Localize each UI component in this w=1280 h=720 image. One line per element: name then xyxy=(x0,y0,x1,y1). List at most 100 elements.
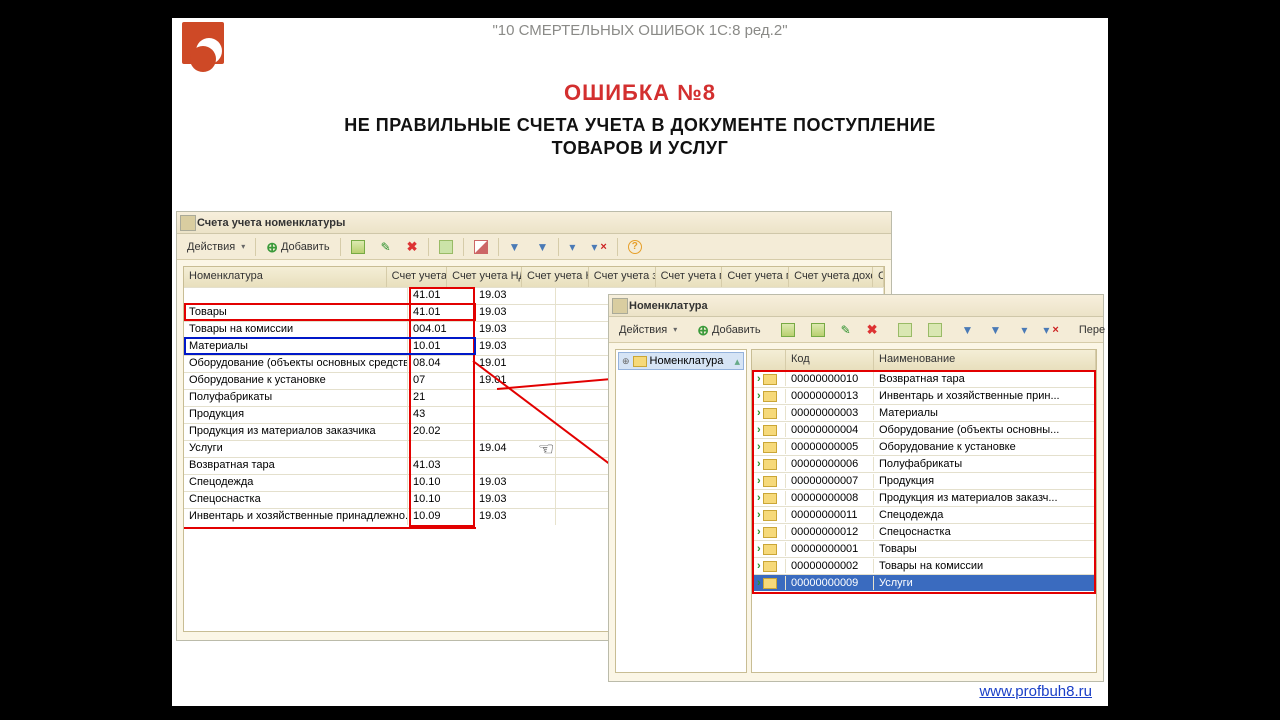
filter-b[interactable]: ▼ xyxy=(983,320,1007,340)
cell-name: Материалы xyxy=(874,406,1096,420)
cell-code: 00000000006 xyxy=(786,457,874,471)
cell-icon xyxy=(752,457,786,471)
filter-c[interactable]: ▾ xyxy=(1015,320,1033,340)
highlight-bottom-line xyxy=(184,527,476,529)
filter-a[interactable]: ▼ xyxy=(956,320,980,340)
list-item[interactable]: 00000000010Возвратная тара xyxy=(752,370,1096,387)
funnel-icon: ▾ xyxy=(1021,323,1027,337)
folder-icon xyxy=(763,442,777,453)
pencil-icon: ✎ xyxy=(381,240,391,254)
cell-name: Спецоснастка xyxy=(874,525,1096,539)
col-vat[interactable]: Счет учета НДС ... xyxy=(447,267,522,287)
tb-icon-1[interactable] xyxy=(433,237,459,257)
edit-button[interactable]: ✎ xyxy=(375,237,397,257)
funnel-icon: ▼ xyxy=(989,323,1001,337)
col-3[interactable]: Счет учета Н... xyxy=(522,267,589,287)
list-item[interactable]: 00000000011Спецодежда xyxy=(752,506,1096,523)
cell-nom: Полуфабрикаты xyxy=(184,390,408,406)
list-item[interactable]: 00000000002Товары на комиссии xyxy=(752,557,1096,574)
list-item[interactable]: 00000000003Материалы xyxy=(752,404,1096,421)
more-button[interactable]: Пере xyxy=(1073,320,1108,340)
cell-code: 00000000008 xyxy=(786,491,874,505)
scroll-up-icon[interactable]: ▴ xyxy=(734,355,740,368)
copy-button[interactable] xyxy=(805,320,831,340)
cell-code: 00000000012 xyxy=(786,525,874,539)
folder-icon xyxy=(763,459,777,470)
delete-button[interactable]: ✖ xyxy=(401,237,424,257)
tree-panel[interactable]: ⊕ Номенклатура ▴ xyxy=(615,349,747,673)
delete-icon: ✖ xyxy=(867,322,878,338)
col-6[interactable]: Счет учета п... xyxy=(722,267,789,287)
cell-icon xyxy=(752,406,786,420)
toolbar: Действия ⊕Добавить ✎ ✖ ▼ ▼ ▾ ▾× ? xyxy=(177,234,891,260)
col-code[interactable]: Код xyxy=(786,350,874,370)
new-group[interactable] xyxy=(775,320,801,340)
folder-icon xyxy=(763,527,777,538)
folder-icon xyxy=(763,391,777,402)
col-nomenclature[interactable]: Номенклатура xyxy=(184,267,387,287)
filter-1[interactable]: ▼ xyxy=(503,237,527,257)
cell-vat: 19.03 xyxy=(474,509,556,525)
tree-root[interactable]: ⊕ Номенклатура ▴ xyxy=(618,352,744,370)
move-button[interactable] xyxy=(922,320,948,340)
col-5[interactable]: Счет учета п... xyxy=(656,267,723,287)
folder-icon xyxy=(763,374,777,385)
add-button[interactable]: ⊕Добавить xyxy=(691,320,766,340)
filter-clear[interactable]: ▾× xyxy=(1037,320,1064,340)
col-7[interactable]: Счет учета дохо... xyxy=(789,267,873,287)
funnel-icon: ▾ xyxy=(569,240,575,254)
actions-menu[interactable]: Действия xyxy=(181,237,251,257)
list-item[interactable]: 00000000005Оборудование к установке xyxy=(752,438,1096,455)
list-item[interactable]: 00000000012Спецоснастка xyxy=(752,523,1096,540)
col-icon[interactable] xyxy=(752,350,786,370)
folder-icon xyxy=(763,408,777,419)
list-item[interactable]: 00000000001Товары xyxy=(752,540,1096,557)
list-item[interactable]: 00000000007Продукция xyxy=(752,472,1096,489)
cell-nom: Услуги xyxy=(184,441,408,457)
cell-name: Полуфабрикаты xyxy=(874,457,1096,471)
toolbar: Действия ⊕Добавить ✎ ✖ ▼ ▼ ▾ ▾× Пере xyxy=(609,317,1103,343)
list-item[interactable]: 00000000006Полуфабрикаты xyxy=(752,455,1096,472)
list-item[interactable]: 00000000008Продукция из материалов заказ… xyxy=(752,489,1096,506)
cell-acc: 10.09 xyxy=(408,509,474,525)
add-button[interactable]: ⊕Добавить xyxy=(260,237,335,257)
edit-button[interactable]: ✎ xyxy=(835,320,857,340)
help-button[interactable]: ? xyxy=(622,237,648,257)
tb-icon-2[interactable] xyxy=(468,237,494,257)
cell-acc xyxy=(408,441,474,457)
list-item[interactable]: 00000000013Инвентарь и хозяйственные при… xyxy=(752,387,1096,404)
col-account[interactable]: Счет учета xyxy=(387,267,447,287)
toggle-icon xyxy=(474,240,488,254)
hierarchy-button[interactable] xyxy=(892,320,918,340)
col-name[interactable]: Наименование xyxy=(874,350,1096,370)
cell-name: Услуги xyxy=(874,576,1096,590)
col-4[interactable]: Счет учета з... xyxy=(589,267,656,287)
cell-name: Товары xyxy=(874,542,1096,556)
col-8[interactable]: Счет xyxy=(873,267,884,287)
cell-acc: 43 xyxy=(408,407,474,423)
cell-code: 00000000001 xyxy=(786,542,874,556)
copy-button[interactable] xyxy=(345,237,371,257)
delete-button[interactable]: ✖ xyxy=(861,320,884,340)
cell-code: 00000000003 xyxy=(786,406,874,420)
cell-nom: Возвратная тара xyxy=(184,458,408,474)
funnel-icon: ▼ xyxy=(509,240,521,254)
filter-2[interactable]: ▼ xyxy=(530,237,554,257)
cell-nom: Продукция xyxy=(184,407,408,423)
folder-icon xyxy=(763,544,777,555)
cell-acc: 08.04 xyxy=(408,356,474,372)
funnel-x-icon: ▾ xyxy=(1043,323,1049,337)
expand-icon[interactable]: ⊕ xyxy=(622,356,630,367)
nomenclature-grid[interactable]: Код Наименование 00000000010Возвратная т… xyxy=(751,349,1097,673)
cell-acc: 07 xyxy=(408,373,474,389)
list-item[interactable]: 00000000009Услуги xyxy=(752,574,1096,591)
filter-clear[interactable]: ▾× xyxy=(585,237,612,257)
cell-acc: 004.01 xyxy=(408,322,474,338)
move-icon xyxy=(928,323,942,337)
footer-link[interactable]: www.profbuh8.ru xyxy=(979,683,1092,700)
actions-menu[interactable]: Действия xyxy=(613,320,683,340)
list-item[interactable]: 00000000004Оборудование (объекты основны… xyxy=(752,421,1096,438)
window-title: Номенклатура xyxy=(609,295,1103,317)
filter-3[interactable]: ▾ xyxy=(563,237,581,257)
cell-code: 00000000009 xyxy=(786,576,874,590)
